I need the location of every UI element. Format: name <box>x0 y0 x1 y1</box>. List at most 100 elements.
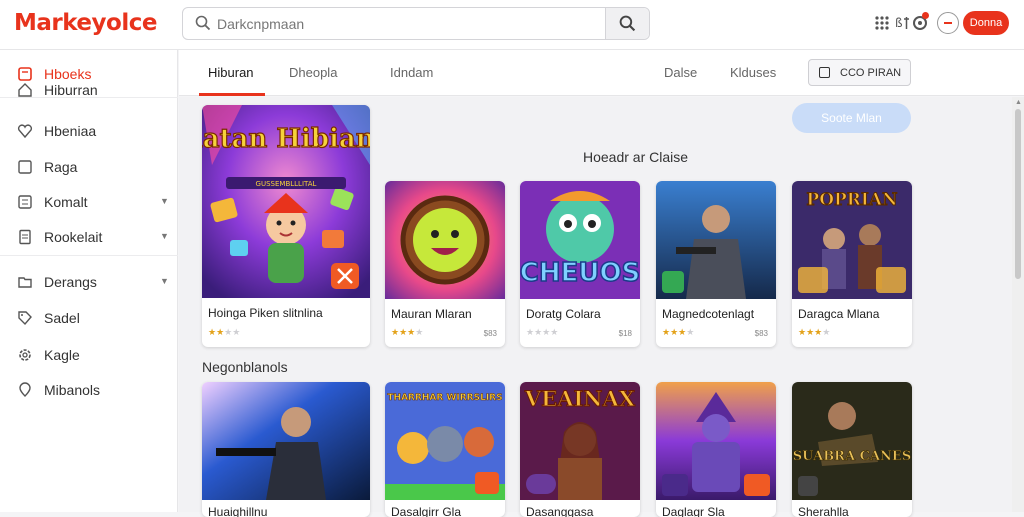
account-button[interactable] <box>937 12 959 34</box>
svg-text:SUABRA CANES: SUABRA CANES <box>793 449 911 464</box>
sidebar-item-komalt[interactable]: Komalt ▼ <box>0 187 178 217</box>
search-icon <box>619 15 636 32</box>
chevron-down-icon[interactable]: ▼ <box>160 231 169 241</box>
game-card[interactable]: SUABRA CANES Sherahlla <box>792 382 912 517</box>
game-price: $83 <box>483 329 497 338</box>
chevron-down-icon[interactable]: ▼ <box>160 276 169 286</box>
top-header: Markeyolce Darkcnpmaan ß Donna <box>0 0 1024 50</box>
star-icon: ★ <box>798 327 807 337</box>
rating-stars: ★★★★ <box>662 327 694 338</box>
grid-icon[interactable] <box>873 14 891 32</box>
game-title: Magnedcotenlagt <box>662 307 755 321</box>
tab-idndam[interactable]: Idndam <box>390 65 433 80</box>
sidebar-item-label: Raga <box>44 159 78 175</box>
app-logo[interactable]: Markeyolce <box>14 10 157 36</box>
star-icon: ★ <box>415 327 424 337</box>
sidebar-item-label: Komalt <box>44 194 88 210</box>
tab-hiburan[interactable]: Hiburan <box>208 65 254 80</box>
featured-game-art: Ratan Hibiana GUSSEMBLLLITAL <box>202 105 370 298</box>
search-icon <box>195 15 211 31</box>
game-card[interactable]: Mauran Mlaran ★★★★ $83 <box>385 181 505 347</box>
scroll-thumb[interactable] <box>1015 109 1021 279</box>
star-icon: ★ <box>534 327 543 337</box>
star-icon: ★ <box>216 327 225 337</box>
featured-game-title: Hoinga Piken slitnlina <box>208 306 323 320</box>
sidebar-item-label: Hiburran <box>44 82 98 98</box>
sidebar-item-mibanols[interactable]: Mibanols <box>0 375 178 405</box>
game-price: $83 <box>754 329 768 338</box>
tab-bar: Hiburan Dheopla Idndam Dalse Klduses CCO… <box>179 50 1024 96</box>
search-button[interactable] <box>605 8 649 39</box>
game-title: Daglagr Sla <box>662 505 725 517</box>
star-icon: ★ <box>822 327 831 337</box>
game-art: SUABRA CANES <box>792 382 912 500</box>
svg-text:VEAINAX: VEAINAX <box>524 386 636 411</box>
svg-text:CHEUOS: CHEUOS <box>520 258 640 288</box>
copy-icon <box>819 67 830 78</box>
sidebar-item-hiburran[interactable]: Hiburran <box>0 75 178 105</box>
star-icon: ★ <box>806 327 815 337</box>
document-icon <box>19 229 31 245</box>
tab-klduses[interactable]: Klduses <box>730 65 776 80</box>
sidebar-item-label: Derangs <box>44 274 97 290</box>
list-icon <box>18 195 32 209</box>
sidebar-item-label: Mibanols <box>44 382 101 398</box>
chevron-down-icon[interactable]: ▼ <box>160 196 169 206</box>
home-icon <box>18 83 32 97</box>
gear-icon <box>19 349 31 361</box>
game-card[interactable]: THARRHAR WIRRSLIRS Dasalgirr Gla <box>385 382 505 517</box>
game-title: Mauran Mlaran <box>391 307 472 321</box>
tab-action-button[interactable]: CCO PIRAN <box>808 59 911 86</box>
game-art <box>656 382 776 500</box>
game-title: Dasanggasa <box>526 505 594 517</box>
game-title: Dasalgirr Gla <box>391 505 462 517</box>
donate-button[interactable]: Donna <box>963 11 1009 35</box>
tab-action-label: CCO PIRAN <box>840 67 902 79</box>
sidebar-item-rookelait[interactable]: Rookelait ▼ <box>0 222 178 252</box>
sidebar-item-label: Hbeniaa <box>44 123 97 139</box>
sidebar-item-label: Sadel <box>44 310 80 326</box>
bookmark-icon <box>18 160 32 174</box>
sidebar-item-kagle[interactable]: Kagle <box>0 340 178 370</box>
tab-dheopla[interactable]: Dheopla <box>289 65 337 80</box>
section-title: Negonblanols <box>202 359 288 375</box>
tag-icon <box>18 311 32 326</box>
heart-icon <box>17 124 33 139</box>
game-card[interactable]: VEAINAX Dasanggasa <box>520 382 640 517</box>
translate-icon[interactable]: ß <box>893 14 911 32</box>
star-icon: ★ <box>686 327 695 337</box>
featured-art-subtitle: GUSSEMBLLLITAL <box>256 180 317 188</box>
vertical-scrollbar[interactable]: ▲ <box>1012 97 1024 512</box>
scroll-up-icon[interactable]: ▲ <box>1015 99 1022 106</box>
game-card[interactable]: Huaighillnu <box>202 382 370 517</box>
game-title: Huaighillnu <box>208 505 268 517</box>
game-card[interactable]: Magnedcotenlagt ★★★★ $83 <box>656 181 776 347</box>
svg-text:POPRIAN: POPRIAN <box>806 190 897 210</box>
sidebar-item-raga[interactable]: Raga <box>0 152 178 182</box>
notification-dot <box>922 12 929 19</box>
sidebar-item-derangs[interactable]: Derangs ▼ <box>0 267 178 297</box>
search-input[interactable]: Darkcnpmaan <box>217 16 304 32</box>
game-card[interactable]: POPRIAN Daragca Mlana ★★★★ <box>792 181 912 347</box>
game-card[interactable]: Daglagr Sla <box>656 382 776 517</box>
rating-stars: ★★★★ <box>208 327 240 338</box>
sidebar-item-label: Kagle <box>44 347 80 363</box>
search-bar[interactable]: Darkcnpmaan <box>182 7 650 40</box>
game-art: CHEUOS <box>520 181 640 299</box>
tab-dalse[interactable]: Dalse <box>664 65 697 80</box>
star-icon: ★ <box>399 327 408 337</box>
sidebar-item-sadel[interactable]: Sadel <box>0 303 178 333</box>
game-art <box>202 382 370 500</box>
star-icon: ★ <box>391 327 400 337</box>
sidebar-divider <box>0 97 178 98</box>
main-content: Soote Mlan Ratan Hibiana GUSSEMBLLLITAL <box>179 97 1012 517</box>
featured-game-card[interactable]: Ratan Hibiana GUSSEMBLLLITAL Hoinga Pike… <box>202 105 370 347</box>
game-card[interactable]: CHEUOS Doratg Colara ★★★★ $18 <box>520 181 640 347</box>
game-title: Doratg Colara <box>526 307 601 321</box>
game-price: $18 <box>618 329 632 338</box>
sidebar-item-hbeniaa[interactable]: Hbeniaa <box>0 116 178 146</box>
primary-action-button[interactable]: Soote Mlan <box>792 103 911 133</box>
game-art: THARRHAR WIRRSLIRS <box>385 382 505 500</box>
star-icon: ★ <box>550 327 559 337</box>
section-title: Hoeadr ar Claise <box>583 149 689 165</box>
